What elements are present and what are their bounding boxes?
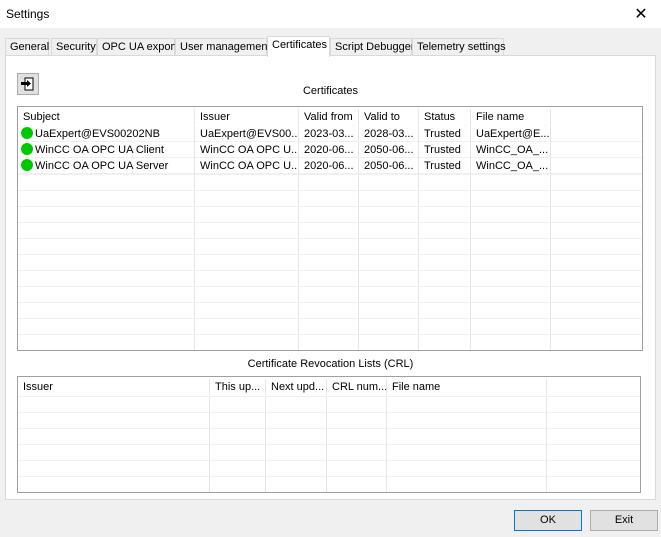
crl-table-header: Issuer This up... Next upd... CRL num...… (18, 379, 640, 395)
column-header-issuer[interactable]: Issuer (195, 109, 299, 125)
column-header-subject[interactable]: Subject (18, 109, 195, 125)
cell-subject: WinCC OA OPC UA Server (18, 158, 195, 174)
exit-button[interactable]: Exit (590, 510, 658, 531)
cell-valid-from: 2023-03... (299, 126, 359, 142)
subject-text: WinCC OA OPC UA Client (35, 144, 164, 156)
crl-title: Certificate Revocation Lists (CRL) (247, 358, 414, 370)
tab-script-debugger[interactable]: Script Debugger (330, 38, 415, 56)
cell-file-name: WinCC_OA_... (471, 158, 551, 174)
tab-user-management[interactable]: User management (175, 38, 271, 56)
cell-issuer: WinCC OA OPC U... (195, 158, 299, 174)
column-header-status[interactable]: Status (419, 109, 471, 125)
subject-text: WinCC OA OPC UA Server (35, 160, 169, 172)
cell-subject: WinCC OA OPC UA Client (18, 142, 195, 158)
cell-status: Trusted (419, 158, 471, 174)
status-dot-icon (21, 127, 33, 140)
table-row[interactable]: UaExpert@EVS00202NB UaExpert@EVS00... 20… (18, 126, 642, 142)
status-dot-icon (21, 159, 33, 172)
cell-file-name: UaExpert@E... (471, 126, 551, 142)
tab-security[interactable]: Security (51, 38, 97, 56)
close-icon[interactable]: ✕ (621, 0, 661, 28)
cell-valid-to: 2028-03... (359, 126, 419, 142)
window-title: Settings (6, 7, 50, 21)
tab-opc-ua-export[interactable]: OPC UA export (97, 38, 177, 56)
cell-valid-to: 2050-06... (359, 158, 419, 174)
cell-status: Trusted (419, 126, 471, 142)
table-row[interactable]: WinCC OA OPC UA Server WinCC OA OPC U...… (18, 158, 642, 174)
column-header-crl-number[interactable]: CRL num... (327, 379, 387, 395)
column-header-valid-from[interactable]: Valid from (299, 109, 359, 125)
crl-table[interactable]: Issuer This up... Next upd... CRL num...… (17, 376, 641, 493)
column-header-this-update[interactable]: This up... (210, 379, 266, 395)
cell-valid-from: 2020-06... (299, 158, 359, 174)
certificates-title: Certificates (302, 85, 359, 97)
tab-telemetry-settings[interactable]: Telemetry settings (412, 38, 506, 56)
column-header-valid-to[interactable]: Valid to (359, 109, 419, 125)
title-bar: Settings ✕ (0, 0, 661, 28)
cell-file-name: WinCC_OA_... (471, 142, 551, 158)
column-header-next-update[interactable]: Next upd... (266, 379, 327, 395)
status-dot-icon (21, 143, 33, 156)
crl-empty-rows (18, 396, 640, 492)
certificates-table-header: Subject Issuer Valid from Valid to Statu… (18, 109, 642, 125)
column-header-crl-file-name[interactable]: File name (387, 379, 547, 395)
certificates-panel: Certificates Subject Issuer Valid from V… (5, 55, 656, 500)
tab-general[interactable]: General (5, 38, 49, 56)
cell-valid-to: 2050-06... (359, 142, 419, 158)
certificates-empty-rows (18, 174, 642, 350)
cell-issuer: WinCC OA OPC U... (195, 142, 299, 158)
cell-subject: UaExpert@EVS00202NB (18, 126, 195, 142)
cell-issuer: UaExpert@EVS00... (195, 126, 299, 142)
ok-button[interactable]: OK (514, 510, 582, 531)
table-row[interactable]: WinCC OA OPC UA Client WinCC OA OPC U...… (18, 142, 642, 158)
subject-text: UaExpert@EVS00202NB (35, 128, 160, 140)
cell-valid-from: 2020-06... (299, 142, 359, 158)
tab-certificates[interactable]: Certificates (267, 36, 330, 57)
cell-status: Trusted (419, 142, 471, 158)
column-header-crl-issuer[interactable]: Issuer (18, 379, 210, 395)
certificates-table[interactable]: Subject Issuer Valid from Valid to Statu… (17, 106, 643, 351)
column-header-file-name[interactable]: File name (471, 109, 551, 125)
